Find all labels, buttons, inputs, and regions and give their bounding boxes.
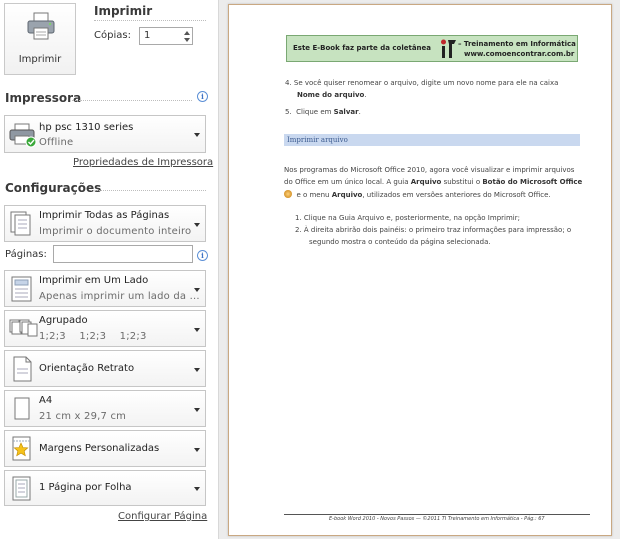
portrait-page-icon xyxy=(13,356,32,382)
preview-page: Este E-Book faz parte da coletânea – Tre… xyxy=(228,4,612,536)
banner-right-text: – Treinamento em Informática xyxy=(458,40,576,48)
paper-size-title: A4 xyxy=(39,395,53,406)
printer-dropdown[interactable]: hp psc 1310 series Offline xyxy=(4,115,206,153)
collation-subtitle: 1;2;3 1;2;3 1;2;3 xyxy=(39,331,147,342)
print-range-title: Imprimir Todas as Páginas xyxy=(39,210,170,221)
list-item-1: 1. Clique na Guia Arquivo e, posteriorme… xyxy=(295,214,520,222)
section-subheading: Imprimir arquivo xyxy=(284,134,580,146)
paragraph-line2: do Office em um único local. A guia Arqu… xyxy=(284,178,583,186)
printer-section-title: Impressora xyxy=(5,91,82,105)
pages-per-sheet-dropdown[interactable]: 1 Página por Folha xyxy=(4,470,206,506)
footer-rule xyxy=(284,514,590,515)
margins-title: Margens Personalizadas xyxy=(39,443,160,454)
step-5-bold: Salvar xyxy=(333,108,359,116)
paragraph-line3: e o menu Arquivo, utilizados em versões … xyxy=(284,190,551,200)
step-5-post: . xyxy=(358,108,361,116)
collation-title: Agrupado xyxy=(39,315,88,326)
custom-margins-star-icon xyxy=(12,436,31,461)
chevron-down-icon xyxy=(194,368,200,372)
paper-size-dropdown[interactable]: A4 21 cm x 29,7 cm xyxy=(4,390,206,427)
chevron-down-icon xyxy=(194,408,200,412)
margins-dropdown[interactable]: Margens Personalizadas xyxy=(4,430,206,467)
settings-divider xyxy=(91,190,206,191)
copies-stepper[interactable]: 1 xyxy=(139,27,193,45)
collated-icon xyxy=(9,319,38,337)
chevron-down-icon xyxy=(194,223,200,227)
printer-small-icon xyxy=(9,123,37,148)
print-settings-panel: Imprimir Imprimir Cópias: 1 Impressora i… xyxy=(0,0,218,539)
sides-title: Imprimir em Um Lado xyxy=(39,275,149,286)
decrement-arrow-icon[interactable] xyxy=(184,38,190,42)
chevron-down-icon xyxy=(194,328,200,332)
page-setup-link[interactable]: Configurar Página xyxy=(118,511,207,522)
single-side-icon xyxy=(11,276,32,302)
paper-size-subtitle: 21 cm x 29,7 cm xyxy=(39,411,127,422)
step-5: 5. Clique em Salvar. xyxy=(285,108,361,117)
chevron-down-icon xyxy=(194,448,200,452)
list-item-2-line2: segundo mostra o conteúdo da página sele… xyxy=(309,238,491,246)
sides-subtitle: Apenas imprimir um lado da ... xyxy=(39,291,200,302)
collation-dropdown[interactable]: Agrupado 1;2;3 1;2;3 1;2;3 xyxy=(4,310,206,347)
banner-url: www.comoencontrar.com.br xyxy=(464,50,575,58)
chevron-down-icon xyxy=(194,487,200,491)
pages-label: Páginas: xyxy=(5,249,47,260)
increment-arrow-icon[interactable] xyxy=(184,31,190,35)
step-4-line2: Nome do arquivo. xyxy=(297,91,367,100)
title-divider xyxy=(94,20,206,21)
sides-dropdown[interactable]: Imprimir em Um Lado Apenas imprimir um l… xyxy=(4,270,206,307)
list-item-2-line1: 2. À direita abrirão dois painéis: o pri… xyxy=(295,226,572,234)
orientation-dropdown[interactable]: Orientação Retrato xyxy=(4,350,206,387)
paper-size-icon xyxy=(14,397,30,420)
printer-icon xyxy=(27,12,55,40)
print-range-subtitle: Imprimir o documento inteiro xyxy=(39,226,192,237)
one-page-per-sheet-icon xyxy=(12,476,31,501)
step-4-post: . xyxy=(364,91,367,99)
print-title: Imprimir xyxy=(94,4,153,18)
print-range-dropdown[interactable]: Imprimir Todas as Páginas Imprimir o doc… xyxy=(4,205,206,242)
info-icon[interactable]: i xyxy=(197,250,208,261)
info-icon[interactable]: i xyxy=(197,91,208,102)
chevron-down-icon xyxy=(194,133,200,137)
office-button-icon xyxy=(284,190,292,198)
step-5-pre: 5. Clique em xyxy=(285,108,334,116)
printer-divider xyxy=(72,100,192,101)
settings-section-title: Configurações xyxy=(5,181,102,195)
paragraph-line1: Nos programas do Microsoft Office 2010, … xyxy=(284,166,575,174)
chevron-down-icon xyxy=(194,288,200,292)
printer-properties-link[interactable]: Propriedades de Impressora xyxy=(73,157,213,168)
subheading-text: Imprimir arquivo xyxy=(287,136,348,144)
orientation-title: Orientação Retrato xyxy=(39,363,135,374)
banner-left-text: Este E-Book faz parte da coletânea xyxy=(293,44,432,52)
step-4-bold: Nome do arquivo xyxy=(297,91,365,99)
pages-input[interactable] xyxy=(53,245,193,263)
pages-per-sheet-title: 1 Página por Folha xyxy=(39,482,132,493)
page-footer: E-book Word 2010 - Novos Passos — ©2011 … xyxy=(329,516,545,522)
ebook-banner: Este E-Book faz parte da coletânea – Tre… xyxy=(286,35,578,62)
printer-name: hp psc 1310 series xyxy=(39,122,134,133)
copies-value: 1 xyxy=(144,30,151,41)
print-button[interactable]: Imprimir xyxy=(4,3,76,75)
pages-stack-icon xyxy=(10,211,31,236)
copies-label: Cópias: xyxy=(94,30,131,41)
printer-status: Offline xyxy=(39,137,74,148)
print-button-label: Imprimir xyxy=(18,54,62,65)
print-preview-pane: Este E-Book faz parte da coletânea – Tre… xyxy=(218,0,620,539)
ti-logo-icon xyxy=(441,39,456,58)
step-4-line1: 4. Se você quiser renomear o arquivo, di… xyxy=(285,79,559,87)
